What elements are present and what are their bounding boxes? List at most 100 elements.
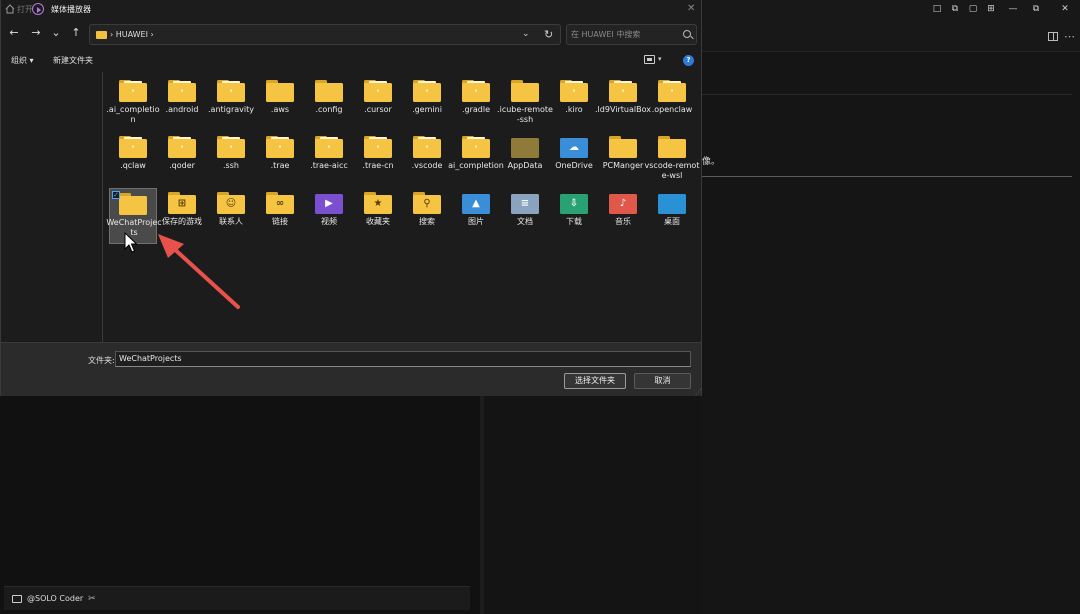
layout-icon[interactable]: □ bbox=[930, 4, 944, 14]
dialog-close-button[interactable]: ✕ bbox=[687, 3, 695, 14]
folder-item[interactable]: ☁ OneDrive bbox=[550, 132, 598, 188]
back-button[interactable]: ← bbox=[7, 27, 21, 39]
folder-item[interactable]: ♪ 音乐 bbox=[599, 188, 647, 244]
layout-icon[interactable]: ⊞ bbox=[984, 4, 998, 14]
folder-item[interactable]: .icube-remote-ssh bbox=[497, 76, 553, 132]
folder-item[interactable]: AppData bbox=[501, 132, 549, 188]
folder-item[interactable]: · .gradle bbox=[452, 76, 500, 132]
select-folder-button[interactable]: 选择文件夹 bbox=[564, 373, 626, 389]
more-options-icon[interactable]: ⋯ bbox=[1064, 30, 1075, 43]
split-editor-icon[interactable] bbox=[1048, 32, 1058, 41]
refresh-button[interactable]: ↻ bbox=[544, 28, 553, 41]
media-player-icon bbox=[32, 3, 44, 15]
folder-item[interactable]: .aws bbox=[256, 76, 304, 132]
folder-item[interactable]: ∞ 链接 bbox=[256, 188, 304, 244]
navigation-pane[interactable] bbox=[1, 72, 103, 342]
view-dropdown-icon[interactable]: ▾ bbox=[658, 55, 662, 63]
folder-item[interactable]: · .qoder bbox=[158, 132, 206, 188]
folder-item[interactable]: ≡ 文档 bbox=[501, 188, 549, 244]
breadcrumb[interactable]: › HUAWEI › bbox=[110, 30, 154, 39]
layout-icon[interactable]: ⧉ bbox=[948, 4, 962, 14]
search-icon[interactable] bbox=[683, 30, 691, 38]
solo-coder-bar[interactable]: @SOLO Coder ✂ bbox=[4, 586, 470, 610]
background-pane-splitter[interactable] bbox=[480, 396, 484, 614]
window-close-icon[interactable]: ✕ bbox=[1058, 4, 1072, 14]
folder-icon bbox=[119, 193, 147, 215]
open-label: 打开 bbox=[17, 5, 33, 14]
folder-label: .cursor bbox=[364, 105, 392, 114]
folder-label: .trae bbox=[270, 161, 290, 170]
folder-icon: ⚲ bbox=[413, 192, 441, 214]
keyboard-icon bbox=[12, 594, 22, 603]
organize-menu[interactable]: 组织 ▾ bbox=[11, 55, 34, 66]
folder-item[interactable]: 桌面 bbox=[648, 188, 696, 244]
folder-item[interactable]: · .ai_completion bbox=[106, 76, 160, 132]
folder-item[interactable]: .config bbox=[305, 76, 353, 132]
new-folder-button[interactable]: 新建文件夹 bbox=[53, 55, 93, 66]
folder-item[interactable]: · .ld9VirtualBox bbox=[595, 76, 651, 132]
folder-icon: · bbox=[217, 80, 245, 102]
search-input[interactable]: 在 HUAWEI 中搜索 bbox=[566, 24, 697, 45]
folder-icon bbox=[511, 136, 539, 158]
folder-label: vscode-remote-wsl bbox=[644, 161, 700, 180]
folder-item[interactable]: · .android bbox=[158, 76, 206, 132]
folder-icon: · bbox=[364, 136, 392, 158]
folder-item[interactable]: · .openclaw bbox=[648, 76, 696, 132]
folder-item[interactable]: ⊞ 保存的游戏 bbox=[158, 188, 206, 244]
resize-grip-icon[interactable]: ⋰ bbox=[695, 388, 702, 396]
folder-icon: · bbox=[168, 80, 196, 102]
recent-locations-button[interactable]: ⌄ bbox=[49, 27, 63, 39]
folder-item[interactable]: · ai_completion bbox=[448, 132, 504, 188]
folder-icon: · bbox=[364, 80, 392, 102]
folder-name-input[interactable]: WeChatProjects bbox=[115, 351, 691, 367]
folder-label: .kiro bbox=[565, 105, 583, 114]
folder-icon: · bbox=[560, 80, 588, 102]
folder-item[interactable]: · .cursor bbox=[354, 76, 402, 132]
folder-item[interactable]: ▲ 图片 bbox=[452, 188, 500, 244]
folder-label: 搜索 bbox=[419, 217, 435, 226]
folder-item[interactable]: · .ssh bbox=[207, 132, 255, 188]
folder-icon: ☺ bbox=[217, 192, 245, 214]
folder-item[interactable]: ✓ WeChatProjects bbox=[106, 188, 162, 244]
folder-icon: · bbox=[266, 136, 294, 158]
folder-item[interactable]: · .trae bbox=[256, 132, 304, 188]
folder-item[interactable]: · .qclaw bbox=[109, 132, 157, 188]
folder-icon: · bbox=[462, 80, 490, 102]
folder-item[interactable]: ☺ 联系人 bbox=[207, 188, 255, 244]
folder-item[interactable]: · .vscode bbox=[403, 132, 451, 188]
folder-label: 文档 bbox=[517, 217, 533, 226]
folder-item[interactable]: ★ 收藏夹 bbox=[354, 188, 402, 244]
selection-checkbox[interactable]: ✓ bbox=[112, 191, 120, 199]
folder-label: .qoder bbox=[169, 161, 195, 170]
forward-button[interactable]: → bbox=[29, 27, 43, 39]
folder-item[interactable]: PCManger bbox=[599, 132, 647, 188]
folder-item[interactable]: · .antigravity bbox=[207, 76, 255, 132]
folder-item[interactable]: ⚲ 搜索 bbox=[403, 188, 451, 244]
tools-icon[interactable]: ✂ bbox=[88, 594, 96, 604]
address-bar[interactable]: › HUAWEI › ⌄ ↻ bbox=[89, 24, 561, 45]
address-dropdown-icon[interactable]: ⌄ bbox=[522, 29, 530, 39]
folder-item[interactable]: ⇩ 下载 bbox=[550, 188, 598, 244]
layout-icon[interactable]: ▢ bbox=[966, 4, 980, 14]
folder-item[interactable]: · .trae-cn bbox=[354, 132, 402, 188]
dialog-footer: 文件夹: WeChatProjects 选择文件夹 取消 bbox=[1, 342, 701, 396]
folder-icon bbox=[96, 31, 107, 39]
folder-item[interactable]: · .trae-aicc bbox=[305, 132, 353, 188]
view-icon[interactable] bbox=[644, 55, 655, 64]
folder-item[interactable]: vscode-remote-wsl bbox=[645, 132, 699, 188]
up-button[interactable]: ↑ bbox=[69, 27, 83, 39]
folder-label: 链接 bbox=[272, 217, 288, 226]
folder-label: OneDrive bbox=[555, 161, 593, 170]
folder-label: AppData bbox=[507, 161, 543, 170]
command-bar: 组织 ▾ 新建文件夹 ▾ bbox=[1, 50, 701, 70]
home-icon bbox=[5, 4, 15, 14]
help-icon[interactable]: ? bbox=[683, 55, 694, 66]
cancel-button[interactable]: 取消 bbox=[634, 373, 691, 389]
restore-icon[interactable]: ⧉ bbox=[1029, 4, 1043, 14]
folder-item[interactable]: · .kiro bbox=[550, 76, 598, 132]
background-left-pane bbox=[0, 396, 480, 614]
minimize-icon[interactable]: — bbox=[1006, 4, 1020, 14]
folder-item[interactable]: ▶ 视频 bbox=[305, 188, 353, 244]
background-right-toolbar bbox=[702, 24, 1080, 52]
folder-item[interactable]: · .gemini bbox=[403, 76, 451, 132]
